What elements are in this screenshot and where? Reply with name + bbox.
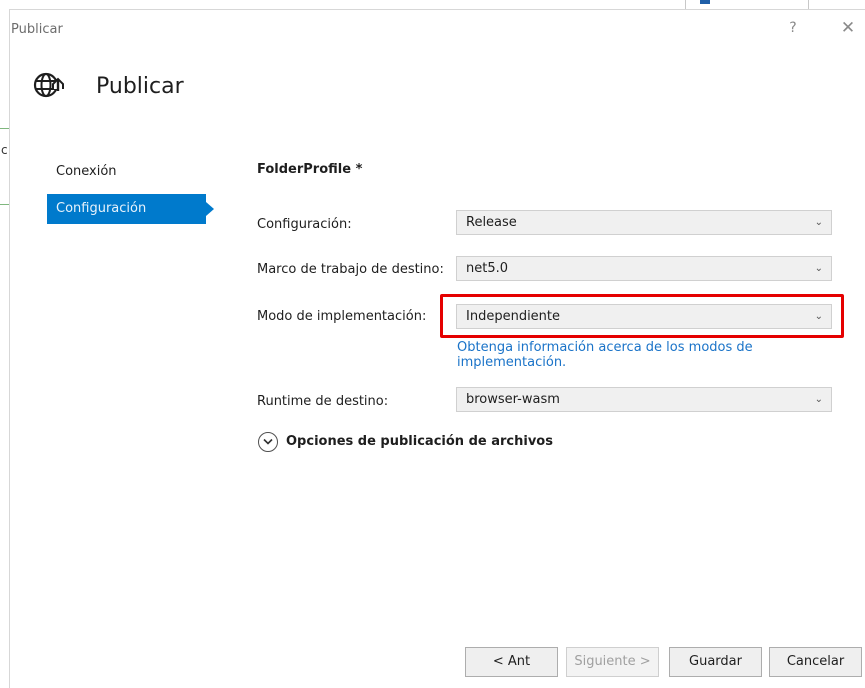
publish-dialog: Publicar ? ✕ Publicar Conexión Configura… — [9, 9, 865, 688]
window-title: Publicar — [11, 22, 63, 37]
target-framework-dropdown[interactable]: net5.0 ⌄ — [456, 256, 832, 281]
background-glyph: c — [1, 143, 8, 157]
cancel-button[interactable]: Cancelar — [769, 647, 862, 677]
background-divider — [0, 204, 9, 205]
configuration-dropdown[interactable]: Release ⌄ — [456, 210, 832, 235]
target-runtime-label: Runtime de destino: — [257, 394, 389, 409]
toolbar-icon — [700, 0, 710, 4]
title-bar: Publicar ? ✕ — [10, 10, 865, 46]
expander-label: Opciones de publicación de archivos — [286, 434, 553, 449]
save-button[interactable]: Guardar — [669, 647, 762, 677]
deployment-mode-label: Modo de implementación: — [257, 309, 427, 324]
highlight-box — [440, 294, 844, 338]
sidebar-nav: Conexión Configuración — [47, 157, 217, 231]
configuration-value: Release — [466, 215, 517, 230]
background-app-edge: c — [0, 0, 9, 688]
chevron-down-icon: ⌄ — [814, 217, 823, 228]
next-button[interactable]: Siguiente > — [566, 647, 659, 677]
target-runtime-dropdown[interactable]: browser-wasm ⌄ — [456, 387, 832, 412]
link-line-2: implementación. — [457, 355, 567, 370]
chevron-down-circle-icon — [258, 432, 278, 452]
chevron-down-icon: ⌄ — [814, 263, 823, 274]
target-framework-value: net5.0 — [466, 261, 509, 276]
chevron-down-icon: ⌄ — [814, 394, 823, 405]
target-framework-label: Marco de trabajo de destino: — [257, 262, 444, 277]
background-divider — [0, 128, 9, 129]
help-button[interactable]: ? — [786, 20, 800, 38]
close-button[interactable]: ✕ — [839, 19, 857, 37]
sidebar-item-configuracion[interactable]: Configuración — [47, 194, 214, 224]
profile-title: FolderProfile * — [257, 162, 363, 177]
target-runtime-value: browser-wasm — [466, 392, 560, 407]
page-title: Publicar — [96, 74, 184, 99]
sidebar-item-conexion[interactable]: Conexión — [47, 157, 217, 187]
link-line-1: Obtenga información acerca de los modos … — [457, 340, 753, 355]
deployment-modes-link[interactable]: Obtenga información acerca de los modos … — [457, 340, 817, 370]
globe-publish-icon — [32, 69, 64, 101]
configuration-label: Configuración: — [257, 217, 352, 232]
back-button[interactable]: < Ant — [465, 647, 558, 677]
